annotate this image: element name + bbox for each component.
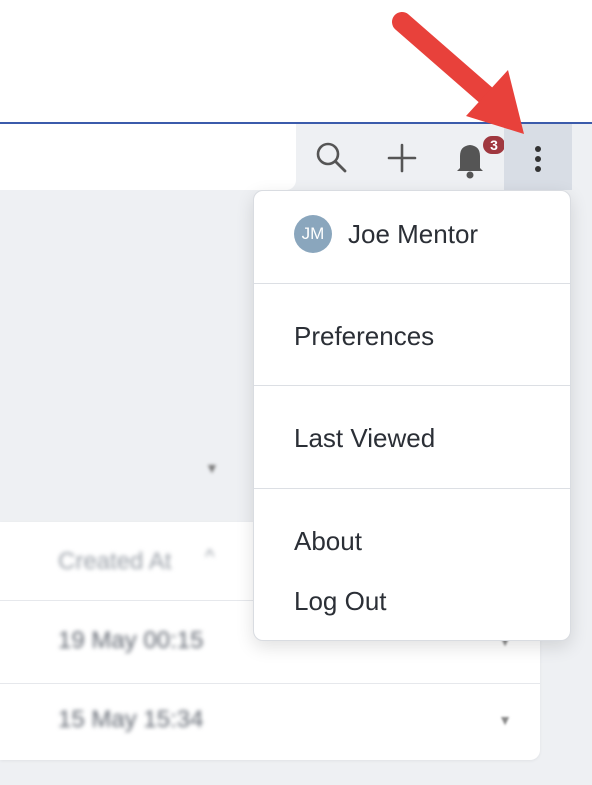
kebab-dot	[535, 166, 541, 172]
kebab-dot	[535, 156, 541, 162]
created-at-cell: 15 May 15:34	[58, 706, 204, 733]
chevron-down-icon: ▼	[205, 460, 219, 476]
avatar: JM	[294, 215, 332, 253]
plus-icon[interactable]	[382, 138, 422, 178]
menu-divider	[254, 385, 570, 386]
more-options-button[interactable]	[504, 124, 572, 190]
row-chevron-icon[interactable]: ▼	[498, 712, 512, 728]
menu-item-preferences[interactable]: Preferences	[294, 321, 434, 352]
table-row[interactable]: 15 May 15:34 ▼	[0, 684, 540, 759]
page-top-area	[0, 0, 592, 122]
column-header-created-at[interactable]: Created At	[58, 548, 171, 576]
user-dropdown-menu: JM Joe Mentor Preferences Last Viewed Ab…	[253, 190, 571, 641]
menu-item-last-viewed[interactable]: Last Viewed	[294, 423, 435, 454]
menu-divider	[254, 488, 570, 489]
menu-item-user-name[interactable]: Joe Mentor	[348, 219, 478, 250]
sort-ascending-icon[interactable]: ^	[205, 546, 214, 569]
menu-divider	[254, 283, 570, 284]
header-search-area[interactable]	[0, 124, 296, 190]
menu-item-about[interactable]: About	[294, 526, 362, 557]
menu-item-log-out[interactable]: Log Out	[294, 586, 387, 617]
created-at-cell: 19 May 00:15	[58, 627, 204, 654]
search-icon[interactable]	[312, 138, 352, 178]
kebab-menu-icon	[535, 146, 541, 152]
